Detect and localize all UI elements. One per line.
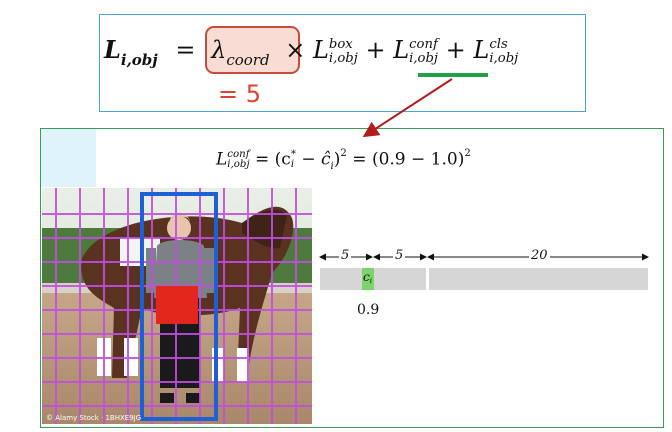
cell-symbol: c [363,270,370,284]
confidence-cell-label: ci [363,270,372,285]
confidence-value: 0.9 [357,302,380,318]
cell-subscript: i [369,277,372,285]
segment-1-label: 5 [339,248,352,263]
segment-3-label: 20 [529,248,550,263]
vector-bar-right [429,268,648,290]
segment-2-label: 5 [393,248,406,263]
segment-arrows [319,253,649,261]
